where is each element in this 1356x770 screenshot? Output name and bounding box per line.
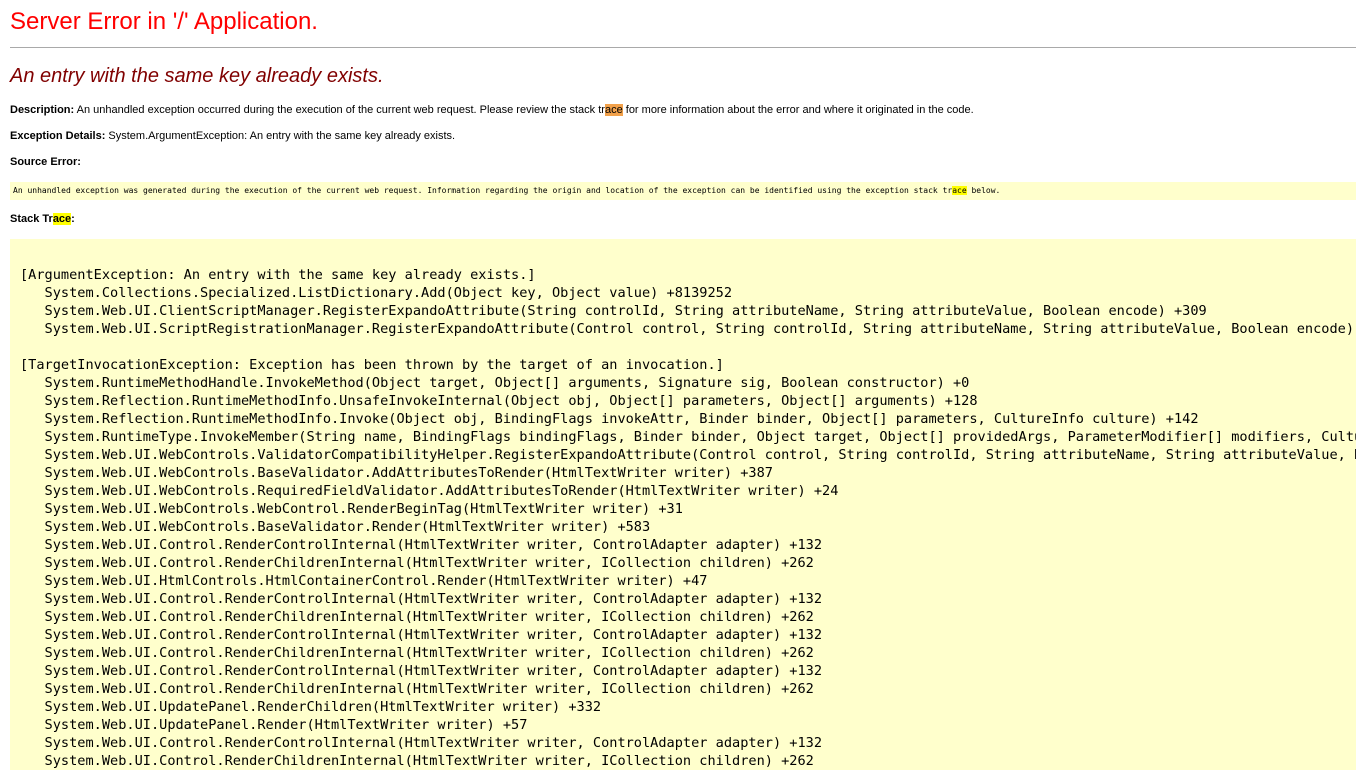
source-error-box: An unhandled exception was generated dur… — [10, 182, 1356, 200]
search-highlight-active: ace — [604, 104, 623, 116]
source-error-text-start: An unhandled exception was generated dur… — [13, 186, 953, 195]
stack-trace-text: [ArgumentException: An entry with the sa… — [20, 267, 1356, 769]
error-message: An entry with the same key already exist… — [10, 65, 384, 87]
stack-trace-heading: Stack Trace: — [10, 213, 75, 225]
exception-details-text: System.ArgumentException: An entry with … — [105, 130, 456, 142]
source-error-text-end: below. — [966, 186, 1001, 195]
stack-trace-box: [ArgumentException: An entry with the sa… — [10, 239, 1356, 770]
divider — [10, 47, 1356, 48]
search-highlight: ace — [952, 186, 967, 195]
stack-trace-label-end: : — [71, 213, 75, 225]
source-error-line: Source Error: — [10, 156, 81, 168]
description-line: Description: An unhandled exception occu… — [10, 104, 974, 116]
description-text-start: An unhandled exception occurred during t… — [74, 104, 605, 116]
search-highlight: ace — [52, 213, 72, 225]
page-title: Server Error in '/' Application. — [10, 8, 318, 35]
error-page: Server Error in '/' Application. An entr… — [0, 0, 1356, 770]
exception-details-label: Exception Details: — [10, 130, 106, 142]
exception-details-line: Exception Details: System.ArgumentExcept… — [10, 130, 455, 142]
description-text-end: for more information about the error and… — [622, 104, 974, 116]
stack-trace-label-start: Stack Tr — [10, 213, 53, 225]
description-label: Description: — [10, 104, 75, 116]
source-error-label: Source Error: — [10, 156, 81, 168]
